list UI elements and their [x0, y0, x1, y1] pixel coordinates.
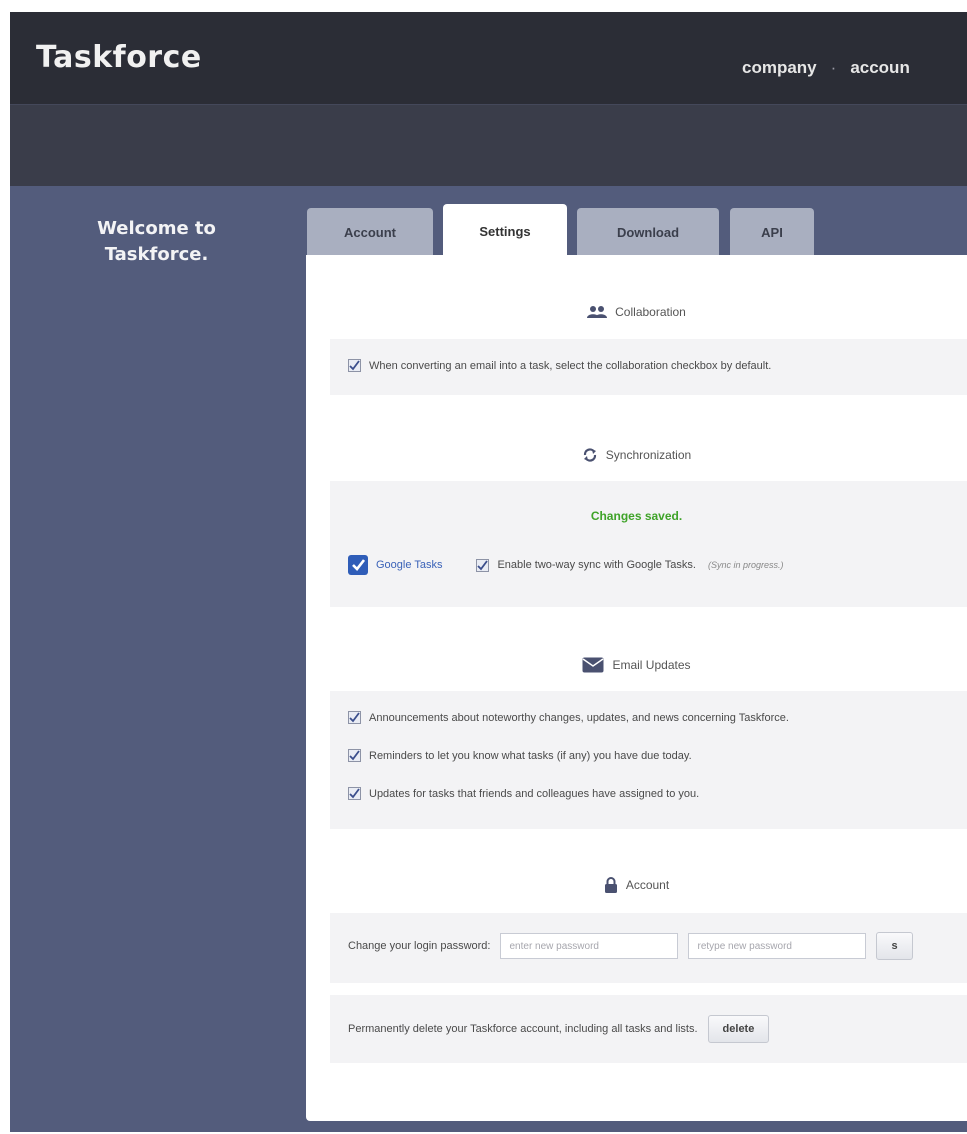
welcome-line-2: Taskforce. — [104, 244, 209, 265]
email-option-reminders: Reminders to let you know what tasks (if… — [348, 749, 692, 762]
delete-account-row: Permanently delete your Taskforce accoun… — [348, 1015, 770, 1043]
people-icon — [587, 305, 608, 319]
sidebar: Welcome to Taskforce. — [10, 186, 303, 1132]
collaboration-title: Collaboration — [615, 305, 686, 319]
email-updates-title: Email Updates — [612, 658, 691, 672]
welcome-message: Welcome to Taskforce. — [10, 216, 303, 268]
password-label: Change your login password: — [348, 940, 491, 952]
synchronization-box: Changes saved. Google Tasks Enable two-w… — [330, 481, 967, 607]
sync-status-message: Changes saved. — [590, 509, 683, 523]
delete-account-text: Permanently delete your Taskforce accoun… — [348, 1023, 698, 1035]
settings-panel: Collaboration When converting an email i… — [306, 255, 967, 1121]
assigned-updates-checkbox[interactable] — [348, 787, 361, 800]
google-tasks-icon — [348, 555, 368, 575]
collaboration-option-label: When converting an email into a task, se… — [369, 359, 772, 372]
tab-api[interactable]: API — [730, 208, 814, 256]
password-box: Change your login password: s — [330, 913, 967, 983]
collaboration-option: When converting an email into a task, se… — [348, 359, 771, 372]
nav-separator: · — [830, 58, 837, 77]
google-tasks-label[interactable]: Google Tasks — [376, 559, 442, 571]
welcome-line-1: Welcome to — [97, 218, 216, 239]
email-option-announcements: Announcements about noteworthy changes, … — [348, 711, 789, 724]
two-way-sync-checkbox[interactable] — [476, 558, 490, 572]
synchronization-heading: Synchronization — [306, 447, 967, 463]
tab-download[interactable]: Download — [577, 208, 719, 256]
sync-progress-note: (Sync in progress.) — [707, 560, 784, 570]
account-heading: Account — [306, 877, 967, 893]
sync-icon — [582, 447, 598, 463]
collaboration-box: When converting an email into a task, se… — [330, 339, 967, 395]
reminders-checkbox[interactable] — [348, 749, 361, 762]
tab-account[interactable]: Account — [307, 208, 433, 256]
sub-header-bar — [10, 104, 967, 186]
email-updates-heading: Email Updates — [306, 657, 967, 673]
brand-logo[interactable]: Taskforce — [36, 40, 202, 75]
two-way-sync-label: Enable two-way sync with Google Tasks. — [497, 559, 696, 571]
lock-icon — [604, 877, 618, 893]
announcements-label: Announcements about noteworthy changes, … — [369, 711, 789, 724]
delete-account-box: Permanently delete your Taskforce accoun… — [330, 995, 967, 1063]
envelope-icon — [582, 657, 604, 673]
top-nav: company · accoun — [742, 58, 910, 78]
top-header-bar: Taskforce company · accoun — [10, 12, 967, 104]
nav-company-link[interactable]: company — [742, 58, 817, 77]
new-password-input[interactable] — [500, 933, 679, 959]
assigned-updates-label: Updates for tasks that friends and colle… — [369, 787, 700, 800]
google-tasks-row: Google Tasks Enable two-way sync with Go… — [348, 555, 783, 575]
retype-password-input[interactable] — [688, 933, 867, 959]
password-row: Change your login password: s — [348, 932, 913, 960]
account-title: Account — [625, 878, 670, 892]
email-updates-box: Announcements about noteworthy changes, … — [330, 691, 967, 829]
save-password-button[interactable]: s — [876, 932, 913, 960]
synchronization-title: Synchronization — [605, 448, 692, 462]
collaboration-heading: Collaboration — [306, 305, 967, 319]
announcements-checkbox[interactable] — [348, 711, 361, 724]
email-option-assigned: Updates for tasks that friends and colle… — [348, 787, 699, 800]
collaboration-checkbox[interactable] — [348, 359, 361, 372]
tab-settings[interactable]: Settings — [443, 204, 567, 258]
nav-account-link[interactable]: accoun — [850, 58, 910, 77]
reminders-label: Reminders to let you know what tasks (if… — [369, 749, 692, 762]
delete-account-button[interactable]: delete — [707, 1015, 770, 1043]
